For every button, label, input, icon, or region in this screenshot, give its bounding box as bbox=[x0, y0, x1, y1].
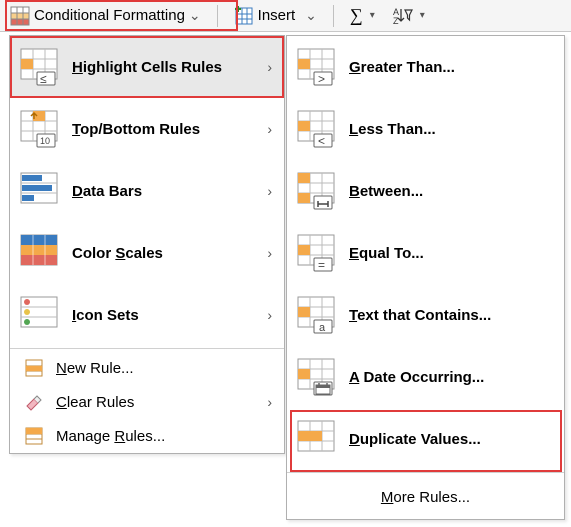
menu-item-more-rules[interactable]: More Rules... bbox=[287, 475, 564, 519]
menu-item-color-scales[interactable]: Color Scales › bbox=[10, 222, 284, 284]
menu-divider bbox=[287, 472, 564, 473]
menu-item-new-rule[interactable]: New Rule... bbox=[10, 351, 284, 385]
new-rule-icon bbox=[24, 358, 44, 378]
greater-than-icon: > bbox=[297, 48, 335, 86]
menu-label: New Rule... bbox=[56, 360, 272, 377]
chevron-right-icon: › bbox=[267, 245, 272, 261]
menu-label: More Rules... bbox=[381, 489, 470, 506]
menu-item-clear-rules[interactable]: Clear Rules › bbox=[10, 385, 284, 419]
menu-label: Manage Rules... bbox=[56, 428, 272, 445]
menu-label: Greater Than... bbox=[349, 59, 552, 76]
menu-label: Icon Sets bbox=[72, 307, 253, 324]
conditional-formatting-icon bbox=[10, 6, 30, 26]
icon-sets-icon bbox=[20, 296, 58, 334]
menu-label: Duplicate Values... bbox=[349, 431, 552, 448]
menu-item-date-occurring[interactable]: A Date Occurring... bbox=[287, 346, 564, 408]
top-bottom-icon: 10 bbox=[20, 110, 58, 148]
autosum-button[interactable]: ∑ bbox=[344, 2, 381, 30]
chevron-right-icon: › bbox=[267, 121, 272, 137]
ribbon-toolbar: Conditional Formatting ⌄ Insert ⌄ ∑ A Z bbox=[0, 0, 571, 32]
color-scales-icon bbox=[20, 234, 58, 272]
chevron-down-icon: ⌄ bbox=[305, 7, 317, 24]
svg-text:10: 10 bbox=[40, 136, 50, 146]
menu-label: Top/Bottom Rules bbox=[72, 121, 253, 138]
chevron-right-icon: › bbox=[267, 307, 272, 323]
menu-item-highlight-cells[interactable]: ≤ Highlight Cells Rules › bbox=[10, 36, 284, 98]
svg-text:<: < bbox=[318, 134, 325, 148]
menu-label: Color Scales bbox=[72, 245, 253, 262]
menu-divider bbox=[10, 348, 284, 349]
sort-filter-button[interactable]: A Z bbox=[387, 2, 427, 30]
menu-item-duplicate-values[interactable]: Duplicate Values... bbox=[287, 408, 564, 470]
less-than-icon: < bbox=[297, 110, 335, 148]
insert-label: Insert bbox=[258, 7, 296, 24]
toolbar-separator bbox=[217, 5, 218, 27]
menu-label: Data Bars bbox=[72, 183, 253, 200]
menu-label: Less Than... bbox=[349, 121, 552, 138]
chevron-down-icon: ⌄ bbox=[189, 7, 201, 24]
menu-item-equal-to[interactable]: = Equal To... bbox=[287, 222, 564, 284]
date-occurring-icon bbox=[297, 358, 335, 396]
svg-text:Z: Z bbox=[393, 16, 399, 26]
equal-to-icon: = bbox=[297, 234, 335, 272]
clear-rules-icon bbox=[24, 392, 44, 412]
sigma-icon: ∑ bbox=[350, 5, 363, 26]
menu-label: Between... bbox=[349, 183, 552, 200]
chevron-right-icon: › bbox=[267, 394, 272, 410]
highlight-cells-icon: ≤ bbox=[20, 48, 58, 86]
menu-item-data-bars[interactable]: Data Bars › bbox=[10, 160, 284, 222]
toolbar-separator bbox=[333, 5, 334, 27]
svg-text:=: = bbox=[318, 258, 325, 272]
manage-rules-icon bbox=[24, 426, 44, 446]
sort-filter-icon: A Z bbox=[393, 6, 413, 26]
menu-label: Clear Rules bbox=[56, 394, 255, 411]
menu-item-less-than[interactable]: < Less Than... bbox=[287, 98, 564, 160]
menu-item-manage-rules[interactable]: Manage Rules... bbox=[10, 419, 284, 453]
chevron-right-icon: › bbox=[267, 59, 272, 75]
conditional-formatting-menu: ≤ Highlight Cells Rules › 10 Top/Bottom … bbox=[9, 35, 285, 454]
svg-text:a: a bbox=[319, 322, 326, 334]
menu-label: Text that Contains... bbox=[349, 307, 552, 324]
chevron-right-icon: › bbox=[267, 183, 272, 199]
menu-label: Equal To... bbox=[349, 245, 552, 262]
between-icon bbox=[297, 172, 335, 210]
text-contains-icon: a bbox=[297, 296, 335, 334]
duplicate-values-icon bbox=[297, 420, 335, 458]
conditional-formatting-button[interactable]: Conditional Formatting ⌄ bbox=[4, 2, 207, 30]
insert-icon bbox=[234, 6, 254, 26]
menu-item-greater-than[interactable]: > Greater Than... bbox=[287, 36, 564, 98]
menu-item-text-contains[interactable]: a Text that Contains... bbox=[287, 284, 564, 346]
highlight-cells-submenu: > Greater Than... < Less Than... Between… bbox=[286, 35, 565, 520]
menu-item-icon-sets[interactable]: Icon Sets › bbox=[10, 284, 284, 346]
menu-item-between[interactable]: Between... bbox=[287, 160, 564, 222]
menu-label: A Date Occurring... bbox=[349, 369, 552, 386]
insert-button[interactable]: Insert ⌄ bbox=[228, 2, 323, 30]
menu-item-top-bottom[interactable]: 10 Top/Bottom Rules › bbox=[10, 98, 284, 160]
svg-text:>: > bbox=[318, 72, 325, 86]
menu-label: Highlight Cells Rules bbox=[72, 59, 253, 76]
svg-text:≤: ≤ bbox=[40, 72, 47, 86]
data-bars-icon bbox=[20, 172, 58, 210]
conditional-formatting-label: Conditional Formatting bbox=[34, 7, 185, 24]
